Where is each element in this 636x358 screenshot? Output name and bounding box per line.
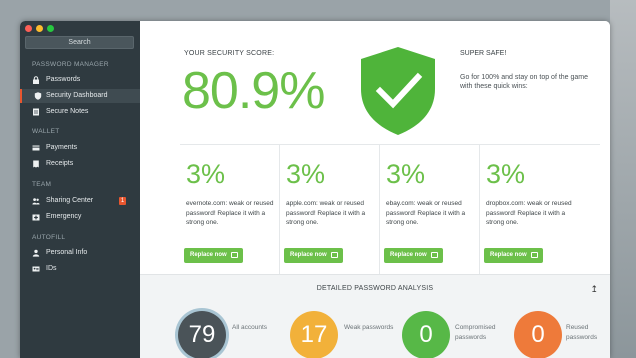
search-input[interactable]: Search (25, 36, 134, 49)
collapse-icon[interactable]: ↥ (590, 284, 598, 295)
lock-icon (32, 76, 40, 84)
sidebar-item-label: Receipts (46, 160, 74, 167)
compromised-passwords-stat[interactable]: 0 (402, 311, 450, 358)
quick-win-text: apple.com: weak or reused password! Repl… (286, 200, 366, 226)
note-icon (32, 108, 40, 116)
replace-now-label: Replace now (390, 252, 427, 258)
sidebar-item-personal-info[interactable]: Personal Info (20, 246, 140, 260)
shield-icon (34, 92, 42, 100)
sidebar-item-receipts[interactable]: Receipts (20, 157, 140, 171)
replace-now-button[interactable]: Replace now (384, 248, 443, 263)
quick-win-card: 3% apple.com: weak or reused password! R… (280, 145, 380, 275)
sidebar-item-security-dashboard[interactable]: Security Dashboard (20, 89, 140, 103)
sidebar-item-secure-notes[interactable]: Secure Notes (20, 105, 140, 119)
all-accounts-stat[interactable]: 79 (178, 311, 226, 358)
desktop-background (610, 0, 636, 358)
status-description: Go for 100% and stay on top of the game … (460, 74, 589, 90)
minimize-window-button[interactable] (36, 25, 43, 32)
person-icon (32, 249, 40, 257)
status-title: SUPER SAFE! (460, 50, 507, 57)
reused-passwords-label: Reused passwords (566, 324, 598, 341)
quick-win-percent: 3% (286, 159, 326, 189)
replace-now-label: Replace now (490, 252, 527, 258)
external-link-icon (431, 252, 438, 258)
detailed-analysis-title: DETAILED PASSWORD ANALYSIS (316, 285, 434, 292)
id-icon (32, 265, 40, 273)
quick-win-text: ebay.com: weak or reused password! Repla… (386, 200, 466, 226)
all-accounts-label: All accounts (232, 324, 268, 331)
sidebar-item-emergency[interactable]: Emergency (20, 210, 140, 224)
close-window-button[interactable] (25, 25, 32, 32)
security-score-label: YOUR SECURITY SCORE: (184, 50, 275, 57)
replace-now-label: Replace now (190, 252, 227, 258)
sidebar: Search PASSWORD MANAGER Passwords Securi… (20, 21, 140, 358)
replace-now-label: Replace now (290, 252, 327, 258)
section-header-password-manager: PASSWORD MANAGER (32, 61, 109, 68)
quick-win-card: 3% dropbox.com: weak or reused password!… (480, 145, 580, 275)
section-header-autofill: AUTOFILL (32, 234, 66, 241)
quick-win-text: dropbox.com: weak or reused password! Re… (486, 200, 572, 226)
sidebar-item-label: Secure Notes (46, 108, 89, 115)
quick-win-card: 3% evernote.com: weak or reused password… (180, 145, 280, 275)
quick-win-text: evernote.com: weak or reused password! R… (186, 200, 274, 226)
security-dashboard: YOUR SECURITY SCORE: 80.9% SUPER SAFE! G… (140, 21, 610, 358)
sidebar-item-label: IDs (46, 265, 57, 272)
sidebar-item-label: Sharing Center (46, 197, 94, 204)
sidebar-item-label: Personal Info (46, 249, 88, 256)
external-link-icon (331, 252, 338, 258)
sidebar-item-passwords[interactable]: Passwords (20, 73, 140, 87)
replace-now-button[interactable]: Replace now (184, 248, 243, 263)
zoom-window-button[interactable] (47, 25, 54, 32)
security-score-value: 80.9% (182, 62, 325, 120)
shield-check-icon (361, 47, 435, 135)
quick-win-percent: 3% (186, 159, 226, 189)
weak-passwords-stat[interactable]: 17 (290, 311, 338, 358)
compromised-passwords-label: Compromised passwords (455, 324, 496, 341)
detailed-analysis-panel: DETAILED PASSWORD ANALYSIS ↥ 79 All acco… (140, 274, 610, 358)
sidebar-item-label: Emergency (46, 213, 82, 220)
external-link-icon (531, 252, 538, 258)
receipt-icon (32, 160, 40, 168)
sidebar-item-label: Payments (46, 144, 78, 151)
sidebar-item-payments[interactable]: Payments (20, 141, 140, 155)
quick-win-percent: 3% (386, 159, 426, 189)
section-header-wallet: WALLET (32, 128, 60, 135)
replace-now-button[interactable]: Replace now (484, 248, 543, 263)
sidebar-item-sharing-center[interactable]: Sharing Center 1 (20, 194, 140, 208)
window-controls (25, 25, 54, 32)
sidebar-item-label: Passwords (46, 76, 81, 83)
replace-now-button[interactable]: Replace now (284, 248, 343, 263)
app-window: Search PASSWORD MANAGER Passwords Securi… (20, 21, 610, 358)
notification-badge: 1 (119, 197, 126, 205)
emergency-icon (32, 213, 40, 221)
weak-passwords-label: Weak passwords (344, 324, 394, 331)
section-header-team: TEAM (32, 181, 52, 188)
quick-wins: 3% evernote.com: weak or reused password… (180, 144, 600, 275)
reused-passwords-stat[interactable]: 0 (514, 311, 562, 358)
sidebar-item-label: Security Dashboard (46, 92, 108, 99)
quick-win-percent: 3% (486, 159, 526, 189)
sidebar-item-ids[interactable]: IDs (20, 262, 140, 276)
people-icon (32, 197, 40, 205)
external-link-icon (231, 252, 238, 258)
quick-win-card: 3% ebay.com: weak or reused password! Re… (380, 145, 480, 275)
card-icon (32, 144, 40, 152)
